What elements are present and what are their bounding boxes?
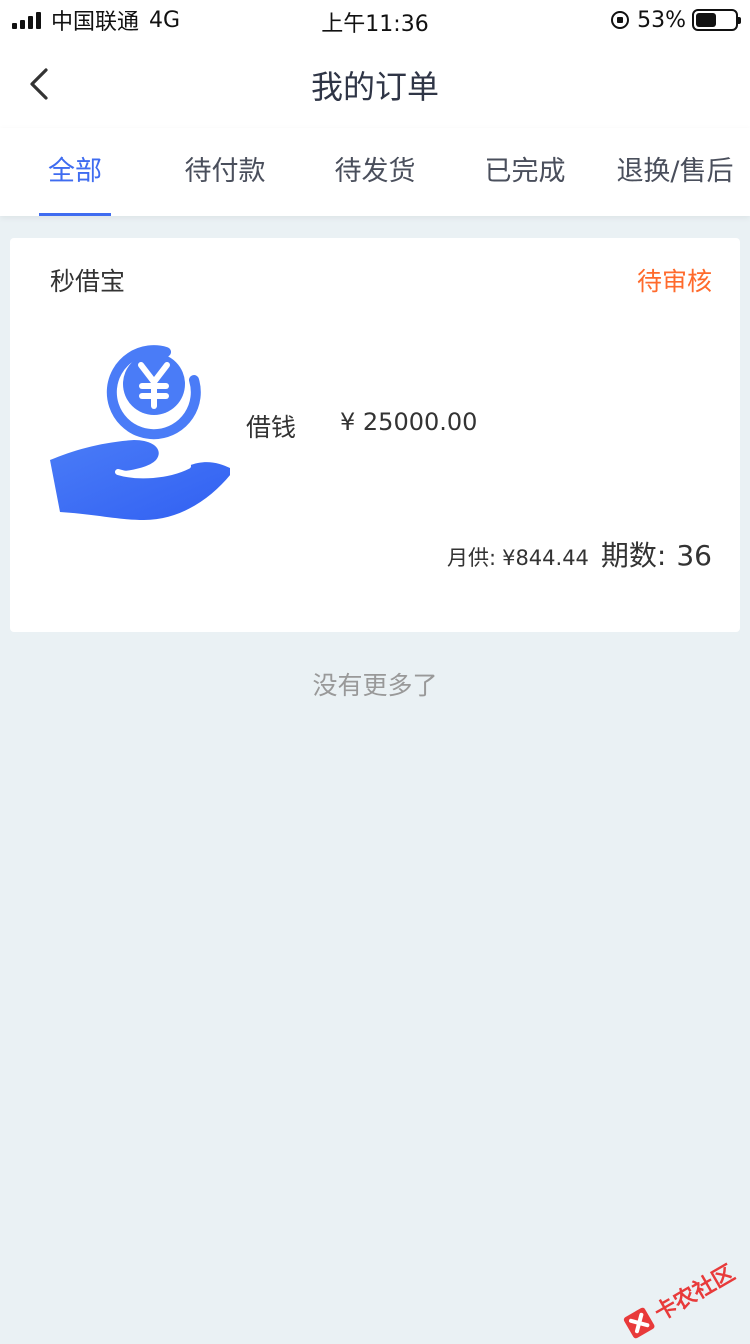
- tab-pending-shipment[interactable]: 待发货: [300, 128, 450, 216]
- watermark-text: 卡农社区: [650, 1260, 740, 1327]
- tab-label: 已完成: [484, 156, 566, 187]
- tab-active-indicator: [39, 213, 111, 216]
- tab-returns[interactable]: 退换/售后: [600, 128, 750, 216]
- periods-value: 36: [676, 539, 712, 572]
- merchant-name: 秒借宝: [50, 267, 126, 296]
- rotation-lock-icon: [611, 11, 630, 29]
- hand-coin-yuan-icon: [50, 345, 230, 520]
- tab-all[interactable]: 全部: [0, 128, 150, 216]
- status-bar: 中国联通 4G 上午11:36 53%: [0, 0, 750, 40]
- tab-label: 全部: [48, 156, 102, 187]
- tab-completed[interactable]: 已完成: [450, 128, 600, 216]
- order-tabs: 全部 待付款 待发货 已完成 退换/售后: [0, 128, 750, 216]
- product-amount: ¥ 25000.00: [340, 408, 478, 436]
- installment-info: 月供: ¥844.44 期数: 36: [447, 534, 712, 574]
- battery-fill: [696, 13, 717, 27]
- watermark: 卡农社区: [618, 1256, 740, 1344]
- periods-label: 期数:: [600, 539, 667, 572]
- tab-label: 退换/售后: [616, 156, 734, 187]
- monthly-payment-value: ¥844.44: [502, 546, 589, 570]
- order-status: 待审核: [636, 267, 712, 296]
- tab-label: 待发货: [334, 156, 416, 187]
- status-right: 53%: [611, 6, 741, 34]
- page-title: 我的订单: [310, 68, 439, 106]
- battery-icon: [692, 9, 741, 31]
- product-name: 借钱: [246, 413, 297, 442]
- monthly-payment-label: 月供:: [447, 546, 497, 570]
- tab-label: 待付款: [184, 156, 266, 187]
- order-card[interactable]: 秒借宝 待审核 借钱 ¥ 25000.00 月供: ¥844.44 期数: 36: [10, 238, 740, 632]
- battery-percent: 53%: [637, 7, 686, 33]
- tab-pending-payment[interactable]: 待付款: [150, 128, 300, 216]
- nav-bar: 我的订单: [0, 40, 750, 128]
- no-more-text: 没有更多了: [312, 671, 438, 700]
